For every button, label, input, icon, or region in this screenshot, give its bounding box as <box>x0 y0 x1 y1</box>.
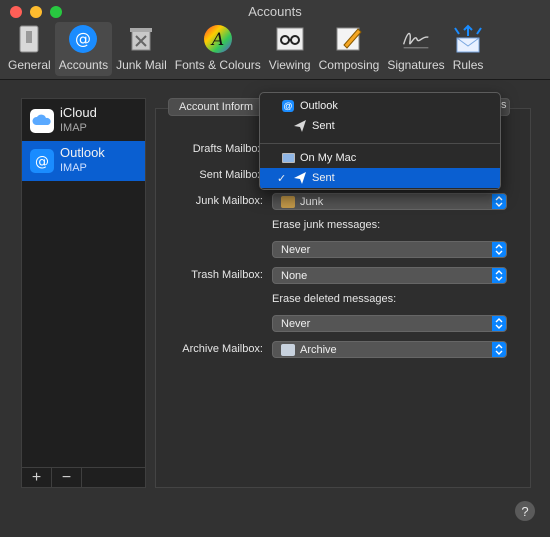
toolbar-accounts[interactable]: @ Accounts <box>54 22 113 76</box>
at-sign-icon: @ <box>30 149 54 173</box>
toolbar-composing-label: Composing <box>318 58 380 72</box>
account-name: Outlook <box>60 145 105 160</box>
menu-item-label: Sent <box>312 120 335 132</box>
toolbar-composing[interactable]: Composing <box>315 22 384 76</box>
remove-account-button[interactable]: − <box>52 468 82 487</box>
chevron-updown-icon <box>492 268 506 283</box>
fonts-colours-icon: A <box>203 24 233 54</box>
menu-header-on-my-mac: On My Mac <box>260 148 500 168</box>
paper-plane-icon <box>293 119 307 136</box>
help-button[interactable]: ? <box>515 501 535 521</box>
account-type: IMAP <box>60 162 87 174</box>
preferences-window: Accounts General @ Accounts Junk Mail A … <box>0 0 550 537</box>
chevron-updown-icon <box>492 342 506 357</box>
titlebar: Accounts General @ Accounts Junk Mail A … <box>0 0 550 80</box>
archive-mailbox-value: Archive <box>300 343 337 356</box>
account-list-controls: + − <box>22 467 145 487</box>
viewing-icon <box>275 24 305 54</box>
erase-deleted-label: Erase deleted messages: <box>272 293 397 305</box>
menu-item-label: Sent <box>312 172 335 184</box>
archive-box-icon <box>281 343 295 356</box>
chevron-updown-icon <box>492 316 506 331</box>
toolbar-junk-mail[interactable]: Junk Mail <box>112 22 171 76</box>
archive-mailbox-label: Archive Mailbox: <box>182 343 263 355</box>
toolbar-fonts-colours[interactable]: A Fonts & Colours <box>171 22 265 76</box>
junk-mailbox-popup[interactable]: Junk <box>272 193 507 210</box>
accounts-list[interactable]: iCloud IMAP @ Outlook IMAP + − <box>21 98 146 488</box>
toolbar-accounts-label: Accounts <box>58 58 109 72</box>
erase-junk-label: Erase junk messages: <box>272 219 381 231</box>
toolbar-fonts-colours-label: Fonts & Colours <box>174 58 261 72</box>
toolbar-general[interactable]: General <box>4 22 55 76</box>
window-title: Accounts <box>248 4 302 19</box>
account-tabs: Account Inform <box>168 98 264 118</box>
menu-item-outlook-sent[interactable]: Sent <box>260 116 500 136</box>
junk-mailbox-label: Junk Mailbox: <box>195 195 263 207</box>
erase-deleted-popup[interactable]: Never <box>272 315 507 332</box>
general-icon <box>14 24 44 54</box>
toolbar-viewing-label: Viewing <box>268 58 311 72</box>
sent-mailbox-label: Sent Mailbox <box>199 169 263 181</box>
toolbar-viewing[interactable]: Viewing <box>265 22 315 76</box>
checkmark-icon: ✓ <box>277 172 287 185</box>
preferences-toolbar: General @ Accounts Junk Mail A Fonts & C… <box>4 22 487 76</box>
menu-header-outlook: @ Outlook <box>260 96 500 116</box>
icloud-icon <box>30 109 54 133</box>
trash-mailbox-value: None <box>281 269 308 282</box>
toolbar-signatures-label: Signatures <box>387 58 445 72</box>
account-row-icloud[interactable]: iCloud IMAP <box>22 101 145 141</box>
computer-icon <box>282 153 295 163</box>
toolbar-signatures[interactable]: Signatures <box>383 22 448 76</box>
toolbar-rules-label: Rules <box>452 58 484 72</box>
toolbar-rules[interactable]: Rules <box>449 22 488 76</box>
svg-text:@: @ <box>35 154 49 170</box>
archive-mailbox-popup[interactable]: Archive <box>272 341 507 358</box>
trash-mailbox-label: Trash Mailbox: <box>191 269 263 281</box>
accounts-icon: @ <box>68 24 98 54</box>
erase-deleted-value: Never <box>281 317 311 330</box>
chevron-updown-icon <box>492 194 506 209</box>
menu-header-label: On My Mac <box>300 152 357 164</box>
junk-mail-icon <box>126 24 156 54</box>
add-account-button[interactable]: + <box>22 468 52 487</box>
menu-item-on-my-mac-sent[interactable]: ✓ Sent <box>260 168 500 188</box>
svg-text:@: @ <box>75 29 91 48</box>
trash-mailbox-popup[interactable]: None <box>272 267 507 284</box>
junk-mailbox-value: Junk <box>300 195 324 208</box>
chevron-updown-icon <box>492 242 506 257</box>
drafts-mailbox-label: Drafts Mailbox <box>192 143 263 155</box>
account-name: iCloud <box>60 105 97 120</box>
erase-junk-value: Never <box>281 243 311 256</box>
junk-folder-icon <box>281 195 295 208</box>
composing-icon <box>334 24 364 54</box>
signatures-icon <box>401 24 431 54</box>
svg-text:A: A <box>210 30 224 50</box>
account-type: IMAP <box>60 122 87 134</box>
account-row-outlook[interactable]: @ Outlook IMAP <box>22 141 145 181</box>
toolbar-general-label: General <box>8 58 51 72</box>
menu-separator <box>260 143 500 144</box>
erase-junk-popup[interactable]: Never <box>272 241 507 258</box>
rules-icon <box>453 24 483 54</box>
toolbar-junk-mail-label: Junk Mail <box>116 58 167 72</box>
at-sign-icon: @ <box>282 100 294 112</box>
menu-header-label: Outlook <box>300 100 338 112</box>
paper-plane-icon <box>293 171 307 188</box>
tab-account-information[interactable]: Account Inform <box>168 98 264 116</box>
sent-mailbox-menu: @ Outlook Sent On My Mac ✓ Sent <box>259 92 501 190</box>
